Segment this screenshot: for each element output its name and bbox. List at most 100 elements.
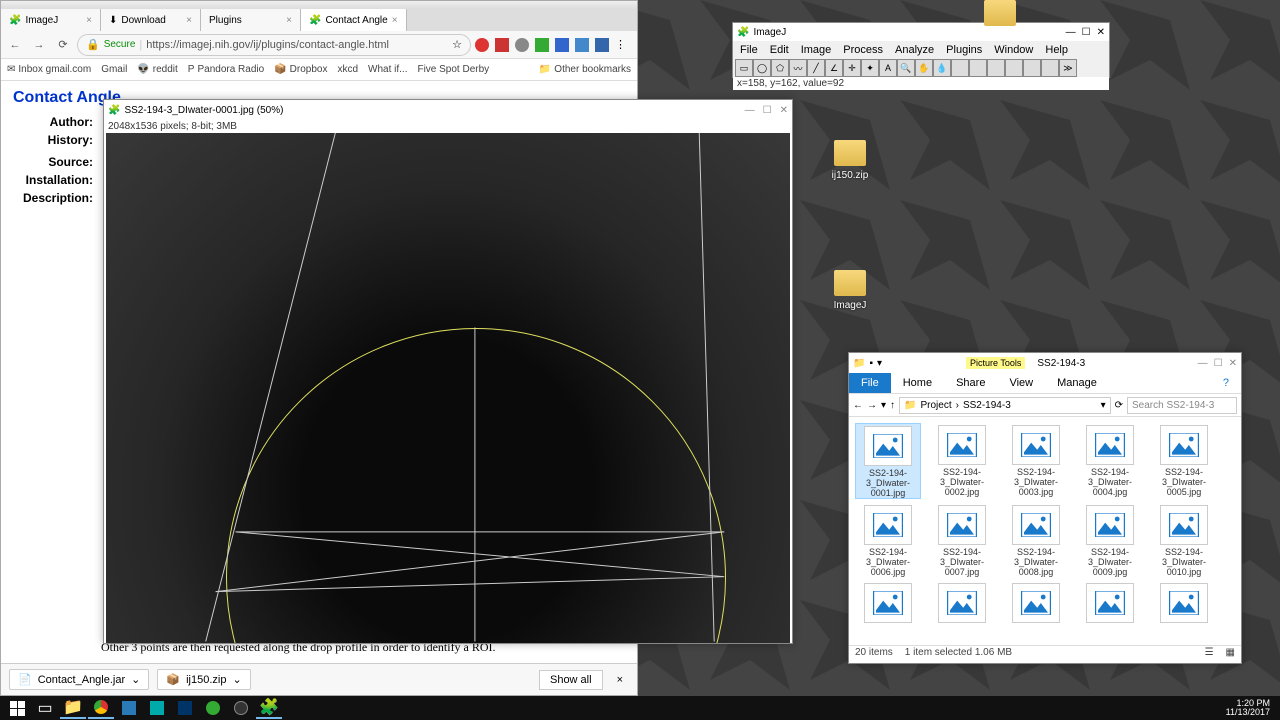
close-icon[interactable]: ×	[86, 15, 92, 26]
recent-button[interactable]: ▾	[881, 400, 886, 411]
minimize-button[interactable]: —	[1066, 27, 1076, 38]
bookmark[interactable]: 👽reddit	[137, 64, 177, 75]
bookmark[interactable]: ✉Inbox gmail.com	[7, 64, 91, 75]
ext-icon[interactable]	[495, 38, 509, 52]
menu-window[interactable]: Window	[989, 43, 1038, 57]
menu-plugins[interactable]: Plugins	[941, 43, 987, 57]
tool[interactable]	[969, 59, 987, 77]
close-icon[interactable]: ×	[186, 15, 192, 26]
close-button[interactable]: ✕	[780, 105, 788, 116]
file-item[interactable]: SS2-194-3_DIwater-0006.jpg	[855, 503, 921, 577]
tool[interactable]	[951, 59, 969, 77]
ext-icon[interactable]	[575, 38, 589, 52]
minimize-button[interactable]: —	[745, 105, 755, 116]
file-item[interactable]	[1077, 581, 1143, 625]
ext-icon[interactable]	[475, 38, 489, 52]
dropper-tool[interactable]: 💧	[933, 59, 951, 77]
view-details-icon[interactable]: ☰	[1205, 647, 1214, 662]
file-item[interactable]: SS2-194-3_DIwater-0002.jpg	[929, 423, 995, 499]
chrome-titlebar[interactable]	[1, 1, 637, 9]
more-tool[interactable]: ≫	[1059, 59, 1077, 77]
menu-help[interactable]: Help	[1040, 43, 1073, 57]
bookmark[interactable]: What if...	[368, 64, 407, 75]
download-item[interactable]: 📄Contact_Angle.jar⌄	[9, 669, 149, 690]
maximize-button[interactable]: ☐	[1214, 358, 1223, 369]
chevron-down-icon[interactable]: ⌄	[131, 673, 140, 686]
file-item[interactable]	[1151, 581, 1217, 625]
hand-tool[interactable]: ✋	[915, 59, 933, 77]
search-input[interactable]: Search SS2-194-3	[1127, 397, 1237, 414]
breadcrumb[interactable]: 📁 Project › SS2-194-3 ▾	[899, 397, 1111, 414]
ribbon-view[interactable]: View	[997, 373, 1045, 393]
file-item[interactable]: SS2-194-3_DIwater-0008.jpg	[1003, 503, 1069, 577]
bookmark[interactable]: Gmail	[101, 64, 127, 75]
freehand-tool[interactable]: 〰	[789, 59, 807, 77]
show-all-button[interactable]: Show all	[539, 670, 603, 690]
back-button[interactable]: ←	[853, 400, 863, 411]
picture-tools-tab[interactable]: Picture Tools	[966, 357, 1025, 369]
ribbon-home[interactable]: Home	[891, 373, 944, 393]
file-item[interactable]	[855, 581, 921, 625]
zoom-tool[interactable]: 🔍	[897, 59, 915, 77]
file-item[interactable]: SS2-194-3_DIwater-0007.jpg	[929, 503, 995, 577]
tab-plugins[interactable]: Plugins×	[201, 9, 301, 31]
file-item[interactable]: SS2-194-3_DIwater-0009.jpg	[1077, 503, 1143, 577]
menu-edit[interactable]: Edit	[765, 43, 794, 57]
breadcrumb-item[interactable]: SS2-194-3	[963, 400, 1011, 411]
taskbar-imagej[interactable]: 🧩	[256, 697, 282, 719]
file-item[interactable]	[929, 581, 995, 625]
view-thumbs-icon[interactable]: ▦	[1226, 647, 1235, 662]
start-button[interactable]	[4, 697, 30, 719]
download-item[interactable]: 📦ij150.zip⌄	[157, 669, 250, 690]
tab-imagej[interactable]: 🧩ImageJ×	[1, 9, 101, 31]
minimize-button[interactable]: —	[1198, 358, 1208, 369]
star-icon[interactable]: ☆	[452, 38, 462, 51]
up-button[interactable]: ↑	[890, 400, 895, 411]
window-titlebar[interactable]: 🧩 ImageJ — ☐ ✕	[733, 23, 1109, 41]
taskbar-app[interactable]	[200, 697, 226, 719]
chevron-down-icon[interactable]: ▾	[1101, 400, 1106, 411]
line-tool[interactable]: ╱	[807, 59, 825, 77]
menu-icon[interactable]: ⋮	[615, 38, 629, 52]
close-button[interactable]: ✕	[1229, 358, 1237, 369]
taskbar-powershell[interactable]	[172, 697, 198, 719]
forward-button[interactable]: →	[867, 400, 877, 411]
file-item[interactable]: SS2-194-3_DIwater-0001.jpg	[855, 423, 921, 499]
taskbar-app[interactable]	[228, 697, 254, 719]
qat-icon[interactable]: ▾	[877, 358, 882, 369]
file-item[interactable]: SS2-194-3_DIwater-0003.jpg	[1003, 423, 1069, 499]
forward-button[interactable]: →	[29, 35, 49, 55]
breadcrumb-item[interactable]: Project	[920, 400, 951, 411]
tool[interactable]	[987, 59, 1005, 77]
maximize-button[interactable]: ☐	[763, 105, 772, 116]
tool[interactable]	[1005, 59, 1023, 77]
other-bookmarks[interactable]: 📁Other bookmarks	[539, 64, 631, 75]
url-input[interactable]: 🔒 Secure | https://imagej.nih.gov/ij/plu…	[77, 34, 471, 56]
text-tool[interactable]: A	[879, 59, 897, 77]
window-titlebar[interactable]: 📁 ▪ ▾ Picture Tools SS2-194-3 — ☐ ✕	[849, 353, 1241, 373]
tool[interactable]	[1023, 59, 1041, 77]
file-list[interactable]: SS2-194-3_DIwater-0001.jpgSS2-194-3_DIwa…	[849, 417, 1241, 635]
taskbar-app[interactable]	[144, 697, 170, 719]
bookmark[interactable]: 📦Dropbox	[274, 64, 327, 75]
file-item[interactable]: SS2-194-3_DIwater-0005.jpg	[1151, 423, 1217, 499]
ext-icon[interactable]	[515, 38, 529, 52]
rect-tool[interactable]: ▭	[735, 59, 753, 77]
file-item[interactable]	[1003, 581, 1069, 625]
tab-contact-angle[interactable]: 🧩Contact Angle×	[301, 9, 407, 31]
desktop-icon[interactable]	[970, 0, 1030, 30]
ribbon-share[interactable]: Share	[944, 373, 997, 393]
file-item[interactable]: SS2-194-3_DIwater-0010.jpg	[1151, 503, 1217, 577]
ribbon-file[interactable]: File	[849, 373, 891, 393]
close-button[interactable]: ✕	[1097, 27, 1105, 38]
menu-process[interactable]: Process	[838, 43, 888, 57]
ribbon-manage[interactable]: Manage	[1045, 373, 1109, 393]
reload-button[interactable]: ⟳	[53, 35, 73, 55]
close-icon[interactable]: ×	[286, 15, 292, 26]
menu-analyze[interactable]: Analyze	[890, 43, 939, 57]
ext-icon[interactable]	[555, 38, 569, 52]
system-tray-clock[interactable]: 1:20 PM 11/13/2017	[1226, 699, 1276, 717]
tab-download[interactable]: ⬇Download×	[101, 9, 201, 31]
taskbar-explorer[interactable]: 📁	[60, 697, 86, 719]
image-canvas[interactable]	[106, 133, 790, 643]
